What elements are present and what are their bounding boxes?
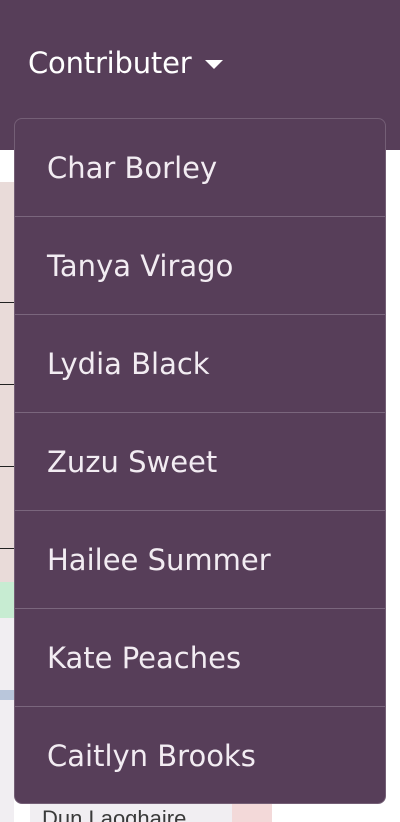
table-divider	[0, 466, 14, 467]
map-place-label: Dun Laoghaire	[42, 806, 187, 822]
dropdown-item-char-borley[interactable]: Char Borley	[15, 119, 385, 217]
dropdown-item-lydia-black[interactable]: Lydia Black	[15, 315, 385, 413]
table-divider	[0, 384, 14, 385]
dropdown-item-caitlyn-brooks[interactable]: Caitlyn Brooks	[15, 707, 385, 803]
contributer-dropdown-menu: Char Borley Tanya Virago Lydia Black Zuz…	[14, 118, 386, 804]
dropdown-item-kate-peaches[interactable]: Kate Peaches	[15, 609, 385, 707]
map-area	[0, 582, 14, 822]
caret-down-icon	[205, 59, 224, 69]
table-divider	[0, 302, 14, 303]
dropdown-item-tanya-virago[interactable]: Tanya Virago	[15, 217, 385, 315]
table-divider	[0, 548, 14, 549]
map-road	[0, 690, 14, 700]
dropdown-item-hailee-summer[interactable]: Hailee Summer	[15, 511, 385, 609]
dropdown-item-zuzu-sweet[interactable]: Zuzu Sweet	[15, 413, 385, 511]
map-park-area	[0, 582, 14, 618]
contributer-dropdown-toggle[interactable]: Contributer	[28, 46, 224, 80]
contributer-dropdown-label: Contributer	[28, 46, 192, 80]
